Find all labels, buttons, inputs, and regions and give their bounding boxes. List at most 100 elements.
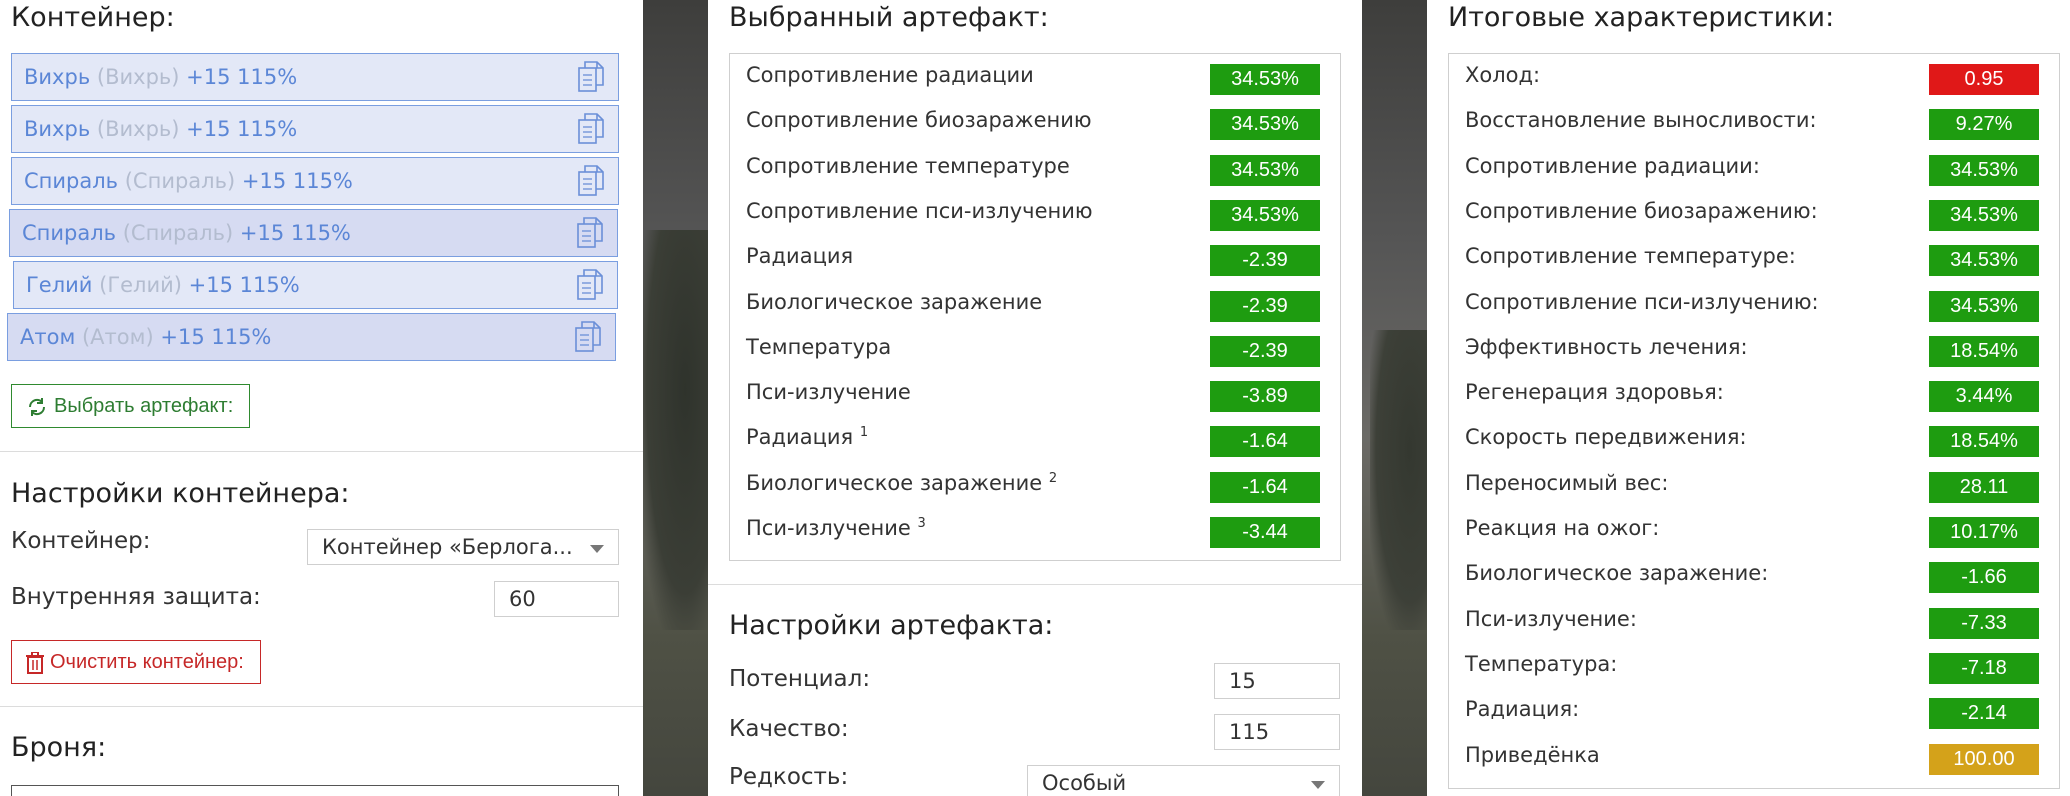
stat-row: Сопротивление биозаражению: 34.53% <box>1449 190 2059 235</box>
artifact-name: Гелий <box>26 273 93 297</box>
stat-row: Эффективность лечения: 18.54% <box>1449 326 2059 371</box>
artifact-alias: (Вихрь) <box>96 117 180 141</box>
stat-name-text: Сопротивление пси-излучению: <box>1465 289 1819 314</box>
artifact-alias: (Гелий) <box>99 273 182 297</box>
stat-row: Скорость передвижения: 18.54% <box>1449 416 2059 461</box>
stat-name-text: Восстановление выносливости: <box>1465 108 1817 133</box>
artifact-list-item[interactable]: Спираль (Спираль) +15 115% <box>9 209 618 257</box>
container-label: Контейнер: <box>11 528 151 554</box>
rarity-label: Редкость: <box>729 764 849 790</box>
stat-value-badge: 100.00 <box>1929 743 2039 775</box>
stat-name: Сопротивление пси-излучению: <box>1465 290 1819 314</box>
stat-name-text: Реакция на ожог: <box>1465 516 1660 540</box>
container-settings-title: Настройки контейнера: <box>11 478 350 509</box>
stat-footnote: 2 <box>1048 470 1058 486</box>
stat-name: Биологическое заражение 2 <box>746 471 1057 495</box>
selected-artifact-title: Выбранный артефакт: <box>729 2 1049 33</box>
stat-name-text: Сопротивление радиации: <box>1465 153 1760 178</box>
stat-value-badge: -2.39 <box>1210 245 1320 277</box>
stat-name-text: Биологическое заражение <box>746 470 1043 495</box>
stat-name-text: Сопротивление пси-излучению <box>746 198 1093 223</box>
artifact-alias: (Спираль) <box>122 221 234 245</box>
rarity-select-value: Особый <box>1042 771 1127 795</box>
stat-name: Скорость передвижения: <box>1465 425 1747 449</box>
stat-name-text: Переносимый вес: <box>1465 470 1669 495</box>
stat-row: Восстановление выносливости: 9.27% <box>1449 99 2059 144</box>
stat-name: Переносимый вес: <box>1465 471 1668 495</box>
artifact-list-item[interactable]: Вихрь (Вихрь) +15 115% <box>11 105 619 153</box>
stat-name: Температура <box>746 335 891 359</box>
stat-row: Сопротивление температуре 34.53% <box>730 145 1340 190</box>
copy-icon[interactable] <box>577 269 603 301</box>
copy-icon[interactable] <box>577 217 603 249</box>
stat-footnote: 1 <box>859 425 869 441</box>
quality-input[interactable]: 115 <box>1214 714 1340 750</box>
stat-name: Сопротивление температуре: <box>1465 244 1796 268</box>
stat-value-badge: 9.27% <box>1929 109 2039 141</box>
stat-row: Температура: -7.18 <box>1449 643 2059 688</box>
chevron-down-icon <box>1311 781 1325 789</box>
select-artifact-label: Выбрать артефакт: <box>54 395 234 417</box>
stat-value-badge: 18.54% <box>1929 426 2039 458</box>
stat-name-text: Скорость передвижения: <box>1465 425 1747 450</box>
stat-value-badge: -3.44 <box>1210 517 1320 548</box>
stat-name-text: Пси-излучение <box>746 380 911 405</box>
stat-name-text: Сопротивление биозаражению: <box>1465 198 1818 223</box>
stat-name: Пси-излучение <box>746 380 911 404</box>
artifact-list-item[interactable]: Вихрь (Вихрь) +15 115% <box>11 53 619 101</box>
stat-row: Регенерация здоровья: 3.44% <box>1449 371 2059 416</box>
armor-title: Броня: <box>11 732 107 763</box>
artifact-alias: (Атом) <box>81 325 154 349</box>
stat-value-badge: 34.53% <box>1929 245 2039 277</box>
select-artifact-button[interactable]: Выбрать артефакт: <box>11 384 251 428</box>
stat-row: Сопротивление пси-излучению: 34.53% <box>1449 281 2059 326</box>
chevron-down-icon <box>590 545 604 553</box>
stat-row: Пси-излучение -3.89 <box>730 371 1340 416</box>
stat-value-badge: 34.53% <box>1929 154 2039 186</box>
divider <box>708 584 1362 585</box>
armor-select[interactable] <box>11 785 619 796</box>
container-select[interactable]: Контейнер «Берлога... <box>307 529 619 565</box>
selected-artifact-panel: Выбранный артефакт: Сопротивление радиац… <box>708 0 1362 796</box>
stat-name-text: Сопротивление радиации <box>746 63 1034 87</box>
inner-protection-label: Внутренняя защита: <box>11 584 261 610</box>
stat-footnote: 3 <box>917 516 926 531</box>
stat-name: Радиация 1 <box>746 425 868 449</box>
copy-icon[interactable] <box>578 113 604 145</box>
potential-input[interactable]: 15 <box>1214 663 1340 699</box>
stat-name: Сопротивление радиации <box>746 63 1034 87</box>
copy-icon[interactable] <box>575 321 601 353</box>
trash-icon <box>26 650 44 674</box>
stat-name: Реакция на ожог: <box>1465 516 1659 540</box>
stat-name: Температура: <box>1465 652 1617 676</box>
inner-protection-input[interactable]: 60 <box>494 581 619 617</box>
stat-name: Приведёнка <box>1465 743 1600 767</box>
artifact-list-item[interactable]: Атом (Атом) +15 115% <box>7 313 616 361</box>
artifact-list-item[interactable]: Гелий (Гелий) +15 115% <box>13 261 618 309</box>
stat-value-badge: 28.11 <box>1929 471 2039 503</box>
container-panel: Контейнер: Вихрь (Вихрь) +15 115% Вихрь (… <box>0 0 643 796</box>
copy-icon[interactable] <box>578 165 604 197</box>
artifact-name: Спираль <box>24 169 119 193</box>
clear-container-button[interactable]: Очистить контейнер: <box>11 640 261 684</box>
stat-row: Сопротивление радиации: 34.53% <box>1449 145 2059 190</box>
stat-name-text: Холод: <box>1465 63 1541 87</box>
stat-value-badge: 34.53% <box>1210 64 1320 95</box>
rarity-select[interactable]: Особый <box>1027 765 1340 796</box>
stat-row: Радиация: -2.14 <box>1449 688 2059 733</box>
artifact-list-item[interactable]: Спираль (Спираль) +15 115% <box>11 157 619 205</box>
stat-name-text: Температура <box>746 334 892 359</box>
artifact-name: Вихрь <box>24 117 91 141</box>
stat-value-badge: -2.14 <box>1929 698 2039 730</box>
stat-row: Радиация 1 -1.64 <box>730 416 1340 461</box>
stat-name: Биологическое заражение <box>746 290 1042 314</box>
stat-row: Сопротивление радиации 34.53% <box>730 54 1340 99</box>
stat-value-badge: -7.18 <box>1929 652 2039 684</box>
stat-name: Пси-излучение: <box>1465 607 1637 631</box>
artifact-name: Спираль <box>22 221 117 245</box>
artifact-alias: (Вихрь) <box>96 65 180 89</box>
artifact-stats-table: Сопротивление радиации 34.53% Сопротивлени… <box>729 53 1341 561</box>
copy-icon[interactable] <box>578 61 604 93</box>
stat-name-text: Приведёнка <box>1465 742 1600 767</box>
stat-row: Пси-излучение 3 -3.44 <box>730 507 1340 552</box>
